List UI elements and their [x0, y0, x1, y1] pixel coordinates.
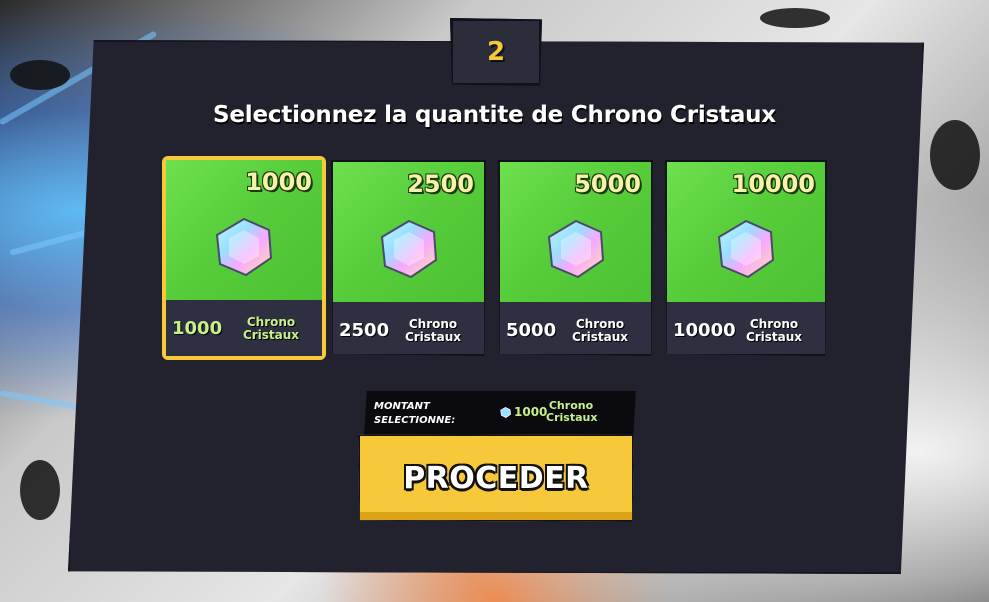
- card-amount: 10000: [731, 170, 816, 198]
- card-quantity: 5000: [506, 320, 557, 341]
- card-unit: Chrono Cristaux: [242, 315, 300, 342]
- option-card-1000[interactable]: 1000 1000 Chrono Cristaux: [162, 156, 326, 360]
- card-unit: Chrono Cristaux: [571, 317, 629, 344]
- step-badge: 2: [450, 18, 542, 86]
- ink-splatter: [930, 120, 980, 190]
- card-footer: 1000 Chrono Cristaux: [166, 300, 322, 356]
- ink-splatter: [10, 60, 70, 90]
- card-header: 2500: [333, 162, 484, 302]
- card-header: 10000: [667, 162, 825, 302]
- card-quantity: 10000: [673, 320, 736, 341]
- card-amount: 5000: [574, 170, 641, 198]
- card-footer: 10000 Chrono Cristaux: [667, 302, 825, 354]
- card-amount: 2500: [407, 170, 474, 198]
- card-unit: Chrono Cristaux: [404, 317, 462, 344]
- card-header: 1000: [166, 160, 322, 300]
- crystal-icon: [215, 217, 273, 277]
- ink-splatter: [20, 460, 60, 520]
- summary-label: MONTANT SELECTIONNE:: [374, 401, 456, 426]
- summary-amount: 1000: [514, 405, 548, 419]
- option-card-5000[interactable]: 5000 5000 Chrono Cristaux: [498, 160, 653, 356]
- card-footer: 5000 Chrono Cristaux: [500, 302, 651, 354]
- option-card-2500[interactable]: 2500 2500 Chrono Cristaux: [331, 160, 486, 356]
- step-number: 2: [486, 37, 506, 67]
- card-footer: 2500 Chrono Cristaux: [333, 302, 484, 354]
- card-unit: Chrono Cristaux: [745, 317, 803, 344]
- proceed-label: PROCEDER: [403, 460, 589, 496]
- page-title: Selectionnez la quantite de Chrono Crist…: [213, 102, 776, 128]
- proceed-button[interactable]: PROCEDER: [358, 434, 634, 522]
- card-header: 5000: [500, 162, 651, 302]
- ink-splatter: [760, 8, 830, 28]
- crystal-icon: [717, 219, 775, 279]
- crystal-icon: [380, 219, 437, 279]
- option-card-10000[interactable]: 10000 10000 Chrono Cristaux: [665, 160, 827, 356]
- crystal-icon: [547, 219, 604, 279]
- card-amount: 1000: [245, 168, 312, 196]
- selected-amount-summary: MONTANT SELECTIONNE: 1000 Chrono Cristau…: [364, 391, 636, 435]
- card-quantity: 2500: [339, 320, 390, 341]
- crystal-icon: [500, 407, 511, 418]
- card-quantity: 1000: [172, 318, 223, 339]
- summary-unit: Chrono Cristaux: [546, 399, 598, 424]
